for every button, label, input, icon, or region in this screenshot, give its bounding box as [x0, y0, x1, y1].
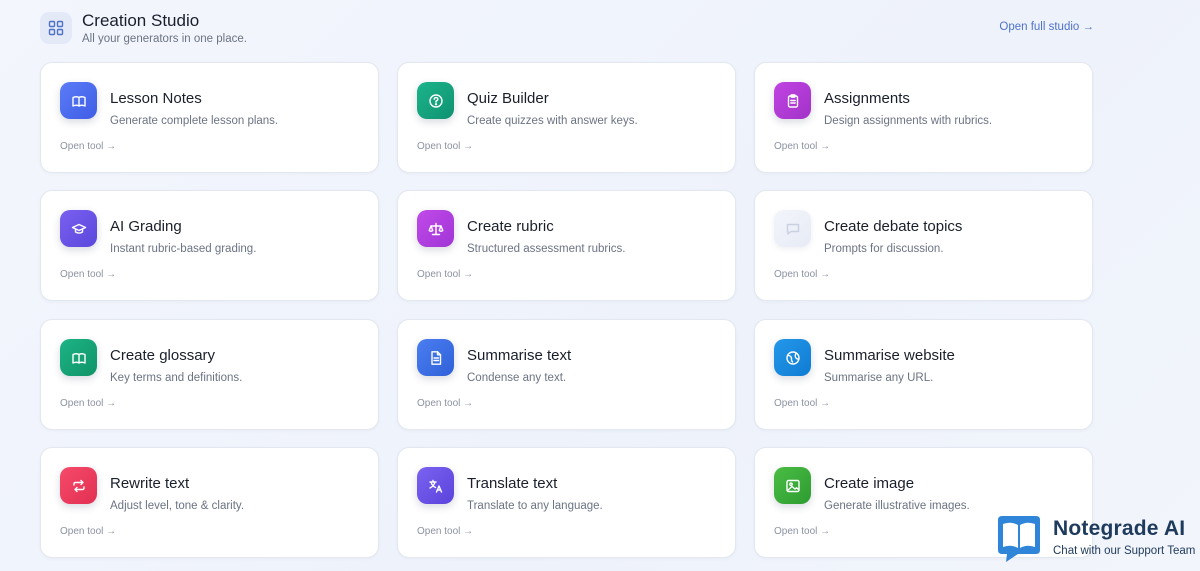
tool-card-title: Create glossary — [110, 347, 216, 364]
tool-card-description: Create quizzes with answer keys. — [467, 115, 638, 127]
clipboard-icon — [774, 82, 811, 119]
help-circle-icon — [417, 82, 454, 119]
tool-card-quiz-builder[interactable]: Quiz Builder Create quizzes with answer k… — [397, 62, 736, 173]
globe-icon — [774, 339, 811, 376]
page-title: Creation Studio — [82, 11, 200, 30]
tool-card-translate-text[interactable]: Translate text Translate to any language.… — [397, 447, 736, 558]
tool-card-title: Create rubric — [467, 218, 554, 235]
open-tool-link[interactable]: Open tool → — [60, 141, 116, 152]
tool-card-assignments[interactable]: Assignments Design assignments with rubri… — [754, 62, 1093, 173]
file-text-icon — [417, 339, 454, 376]
graduation-cap-icon — [60, 210, 97, 247]
tool-card-description: Adjust level, tone & clarity. — [110, 500, 245, 512]
open-tool-link[interactable]: Open tool → — [774, 141, 830, 152]
open-tool-link[interactable]: Open tool → — [60, 398, 116, 409]
tool-card-description: Prompts for discussion. — [824, 243, 944, 255]
tool-card-title: Summarise text — [467, 347, 572, 364]
book-open-icon — [60, 339, 97, 376]
creation-studio-page: Creation Studio All your generators in o… — [0, 0, 1200, 571]
tool-card-description: Key terms and definitions. — [110, 372, 243, 384]
open-tool-link[interactable]: Open tool → — [417, 141, 473, 152]
tool-card-title: Quiz Builder — [467, 90, 549, 107]
section-header: Creation Studio All your generators in o… — [40, 11, 1095, 51]
tool-card-description: Design assignments with rubrics. — [824, 115, 993, 127]
tool-card-title: Lesson Notes — [110, 90, 202, 107]
book-open-icon — [60, 82, 97, 119]
brand-name: Notegrade AI — [1053, 517, 1186, 540]
tool-card-title: Rewrite text — [110, 475, 190, 492]
tool-card-create-glossary[interactable]: Create glossary Key terms and definitions… — [40, 319, 379, 430]
tool-card-title: AI Grading — [110, 218, 182, 235]
tool-card-summarise-text[interactable]: Summarise text Condense any text. Open too… — [397, 319, 736, 430]
tool-card-ai-grading[interactable]: AI Grading Instant rubric-based grading. O… — [40, 190, 379, 301]
open-tool-link[interactable]: Open tool → — [774, 269, 830, 280]
brand-tagline: Chat with our Support Team — [1053, 545, 1196, 557]
tool-card-title: Assignments — [824, 90, 910, 107]
open-tool-link[interactable]: Open tool → — [774, 526, 830, 537]
repeat-icon — [60, 467, 97, 504]
tool-card-create-rubric[interactable]: Create rubric Structured assessment rubri… — [397, 190, 736, 301]
open-tool-link[interactable]: Open tool → — [417, 398, 473, 409]
book-chat-logo — [994, 514, 1044, 564]
open-tool-link[interactable]: Open tool → — [774, 398, 830, 409]
scale-icon — [417, 210, 454, 247]
tool-card-description: Summarise any URL. — [824, 372, 934, 384]
tool-card-description: Instant rubric-based grading. — [110, 243, 257, 255]
tool-card-description: Condense any text. — [467, 372, 567, 384]
tool-card-title: Summarise website — [824, 347, 955, 364]
tool-card-title: Create image — [824, 475, 915, 492]
tool-card-lesson-notes[interactable]: Lesson Notes Generate complete lesson pla… — [40, 62, 379, 173]
tool-card-description: Generate illustrative images. — [824, 500, 970, 512]
tool-card-title: Create debate topics — [824, 218, 963, 235]
message-square-icon — [774, 210, 811, 247]
open-full-studio-link[interactable]: Open full studio → — [999, 21, 1094, 33]
page-subtitle: All your generators in one place. — [82, 33, 247, 45]
open-tool-link[interactable]: Open tool → — [417, 269, 473, 280]
tool-card-title: Translate text — [467, 475, 558, 492]
tool-card-description: Generate complete lesson plans. — [110, 115, 279, 127]
support-chat-widget[interactable]: Notegrade AI Chat with our Support Team — [994, 514, 1200, 571]
open-tool-link[interactable]: Open tool → — [60, 526, 116, 537]
tool-card-description: Structured assessment rubrics. — [467, 243, 626, 255]
grid-icon — [40, 12, 72, 44]
open-tool-link[interactable]: Open tool → — [417, 526, 473, 537]
tool-card-create-debate-topics[interactable]: Create debate topics Prompts for discussi… — [754, 190, 1093, 301]
image-icon — [774, 467, 811, 504]
tool-card-rewrite-text[interactable]: Rewrite text Adjust level, tone & clarity… — [40, 447, 379, 558]
tool-card-summarise-website[interactable]: Summarise website Summarise any URL. Open … — [754, 319, 1093, 430]
tool-card-description: Translate to any language. — [467, 500, 603, 512]
open-tool-link[interactable]: Open tool → — [60, 269, 116, 280]
languages-icon — [417, 467, 454, 504]
